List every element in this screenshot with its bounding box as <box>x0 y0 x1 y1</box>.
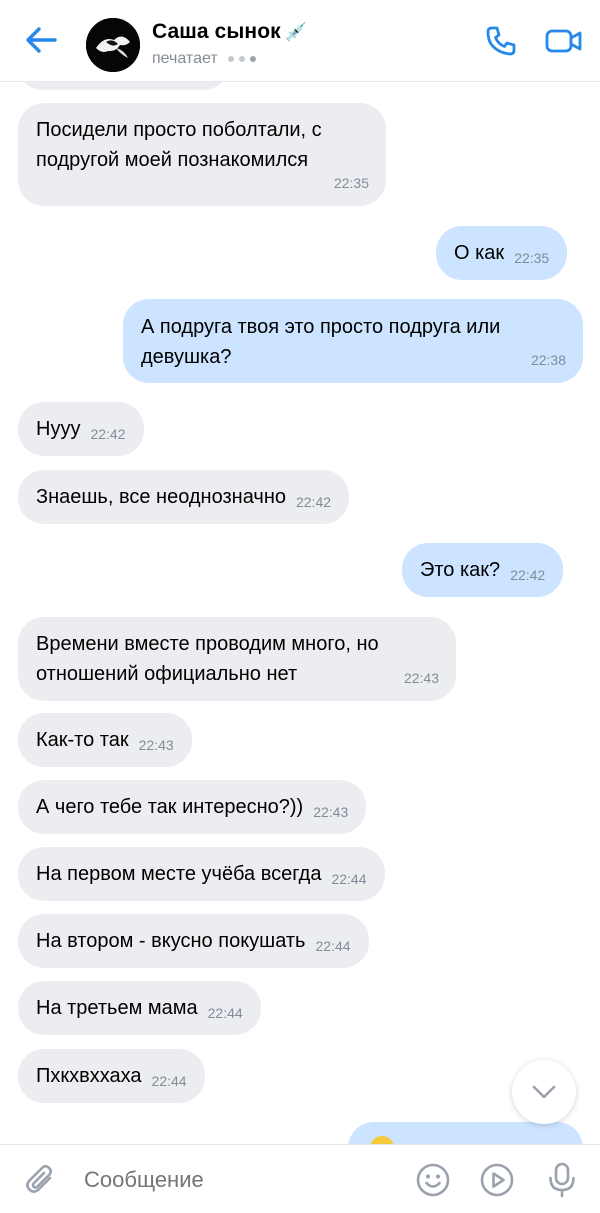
scroll-down-button[interactable] <box>512 1060 576 1124</box>
message-line: Посидели просто поболтали, с <box>36 119 322 141</box>
paperclip-icon <box>26 1164 53 1193</box>
typing-status: печатает <box>152 50 256 68</box>
message-time: 22:44 <box>207 1005 243 1021</box>
attach-button[interactable] <box>22 1161 60 1199</box>
message-time: 22:42 <box>510 567 546 583</box>
message-text: Нууу <box>36 418 81 440</box>
message-text: Как-то так <box>36 729 129 751</box>
message-time: 22:44 <box>331 871 367 887</box>
emoji-button[interactable] <box>414 1161 452 1199</box>
message-time: 22:42 <box>90 426 126 442</box>
status-text: печатает <box>152 50 218 67</box>
message-text: А чего тебе так интересно?)) <box>36 796 304 818</box>
message-text: Пхкхвххаха <box>36 1065 142 1087</box>
message-text: На первом месте учёба всегда <box>36 863 322 885</box>
message-time: 22:38 <box>530 352 566 368</box>
message-bubble-outgoing[interactable]: А подруга твоя это просто подруга или де… <box>123 299 583 383</box>
message-time: 22:42 <box>295 494 332 510</box>
message-bubble-incoming[interactable]: На первом месте учёба всегда 22:44 <box>18 847 385 901</box>
message-bubble-incoming[interactable]: На втором - вкусно покушать 22:44 <box>18 914 369 968</box>
smile-icon <box>416 1163 450 1197</box>
message-time: 22:44 <box>315 938 351 954</box>
message-text: О как <box>454 242 505 264</box>
message-bubble-incoming[interactable]: На третьем мама 22:44 <box>18 981 261 1035</box>
message-line: девушка? <box>141 346 232 368</box>
message-time: 22:44 <box>151 1073 187 1089</box>
message-bubble-incoming[interactable]: Знаешь, все неоднозначно 22:42 <box>18 470 350 524</box>
avatar[interactable] <box>86 18 140 72</box>
message-text: Это как? <box>420 559 501 581</box>
message-list[interactable]: Посидели просто поболтали, с подругой мо… <box>0 82 600 1144</box>
syringe-emoji: 💉 <box>284 22 308 42</box>
message-bubble-partial[interactable] <box>18 82 228 90</box>
message-bubble-incoming[interactable]: Как-то так 22:43 <box>18 713 192 767</box>
message-bubble-incoming[interactable]: Пхкхвххаха 22:44 <box>18 1049 205 1103</box>
phone-icon <box>486 26 516 56</box>
sticker-emoji-partial <box>370 1136 394 1144</box>
message-text: На втором - вкусно покушать <box>36 930 306 952</box>
message-line: Времени вместе проводим много, но <box>36 633 379 655</box>
back-button[interactable] <box>22 20 60 60</box>
microphone-icon <box>549 1162 575 1198</box>
arrow-left-icon <box>26 27 57 53</box>
video-camera-icon <box>545 29 582 53</box>
message-time: 22:43 <box>313 804 349 820</box>
message-time: 22:35 <box>333 175 369 191</box>
video-message-button[interactable] <box>478 1161 516 1199</box>
message-composer <box>0 1144 600 1213</box>
message-bubble-partial[interactable] <box>348 1122 583 1144</box>
message-time: 22:43 <box>403 670 439 686</box>
message-line: подругой моей познакомился <box>36 149 309 171</box>
message-line: А подруга твоя это просто подруга или <box>141 316 501 338</box>
contact-name[interactable]: Саша сынок 💉 <box>152 20 307 44</box>
message-bubble-incoming[interactable]: Времени вместе проводим много, но отноше… <box>18 617 456 701</box>
play-circle-icon <box>480 1163 514 1197</box>
typing-dots-icon <box>227 56 256 62</box>
call-button[interactable] <box>480 20 522 62</box>
message-bubble-outgoing[interactable]: Это как? 22:42 <box>402 543 564 597</box>
chevron-down-icon <box>532 1085 556 1099</box>
message-time: 22:35 <box>514 250 550 266</box>
video-call-button[interactable] <box>542 20 586 62</box>
message-text: Знаешь, все неоднозначно <box>36 486 286 508</box>
message-bubble-incoming[interactable]: Посидели просто поболтали, с подругой мо… <box>18 103 386 206</box>
message-bubble-outgoing[interactable]: О как 22:35 <box>436 226 568 280</box>
message-bubble-incoming[interactable]: А чего тебе так интересно?)) 22:43 <box>18 780 367 834</box>
message-line: отношений официально нет <box>36 663 298 685</box>
message-bubble-incoming[interactable]: Нууу 22:42 <box>18 402 144 456</box>
contact-name-text: Саша сынок <box>152 20 281 43</box>
message-input[interactable] <box>84 1165 384 1195</box>
message-time: 22:43 <box>138 737 174 753</box>
voice-message-button[interactable] <box>542 1159 582 1201</box>
message-text: На третьем мама <box>36 997 198 1019</box>
chat-header: Саша сынок 💉 печатает <box>0 0 600 82</box>
